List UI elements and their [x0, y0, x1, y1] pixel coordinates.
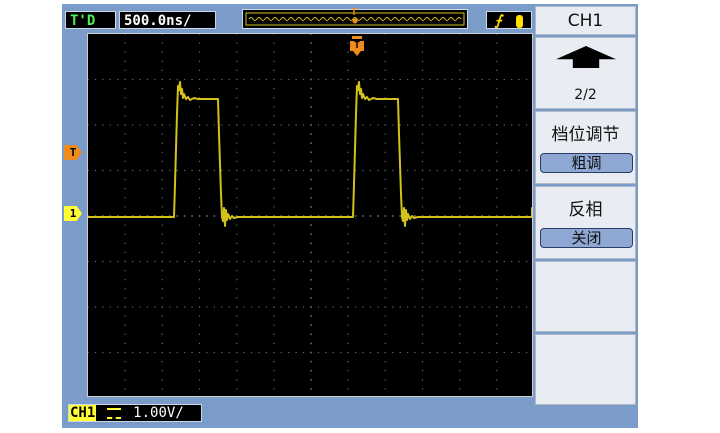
channel-menu: CH1 2/2 档位调节 粗调 反相 关闭 — [535, 6, 636, 405]
timebase-readout[interactable]: 500.0ns/ — [119, 11, 216, 29]
vertical-adjust-option[interactable]: 档位调节 粗调 — [535, 111, 636, 184]
channel1-scale-readout[interactable]: CH1 1.00V/ — [68, 404, 202, 422]
trigger-position-top-marker[interactable]: T — [350, 36, 364, 56]
invert-label: 反相 — [568, 200, 603, 220]
trigger-type-indicator — [516, 14, 524, 28]
waveform-screen: T — [87, 33, 533, 397]
vertical-adjust-value[interactable]: 粗调 — [540, 153, 633, 173]
menu-page-indicator: 2/2 — [574, 87, 597, 103]
menu-page-button[interactable]: 2/2 — [535, 37, 636, 109]
invert-option[interactable]: 反相 关闭 — [535, 186, 636, 259]
trigger-status-badge: T'D — [65, 11, 116, 29]
empty-menu-slot-5 — [535, 334, 636, 405]
empty-menu-slot-4 — [535, 261, 636, 332]
memory-position-bar: T — [242, 7, 468, 29]
dc-coupling-icon — [106, 407, 121, 419]
menu-title: CH1 — [567, 11, 604, 31]
trigger-type-badge[interactable]: ⨍ — [486, 11, 532, 29]
invert-value[interactable]: 关闭 — [540, 228, 633, 248]
vertical-scale-value: 1.00V/ — [133, 405, 184, 421]
menu-title-box: CH1 — [535, 6, 636, 35]
channel1-ground-marker[interactable]: 1 — [64, 206, 82, 221]
trigger-level-marker[interactable]: T — [64, 145, 82, 160]
page-up-arrow-icon — [556, 46, 616, 68]
graticule — [88, 34, 528, 390]
vertical-adjust-label: 档位调节 — [551, 125, 620, 145]
oscilloscope-display: T'D 500.0ns/ T ⨍ T 1 T CH1 1.00V/ CH1 2/… — [62, 4, 638, 428]
channel1-label: CH1 — [69, 405, 97, 421]
channel1-waveform — [88, 81, 532, 227]
trigger-position-marker: T — [351, 7, 358, 18]
